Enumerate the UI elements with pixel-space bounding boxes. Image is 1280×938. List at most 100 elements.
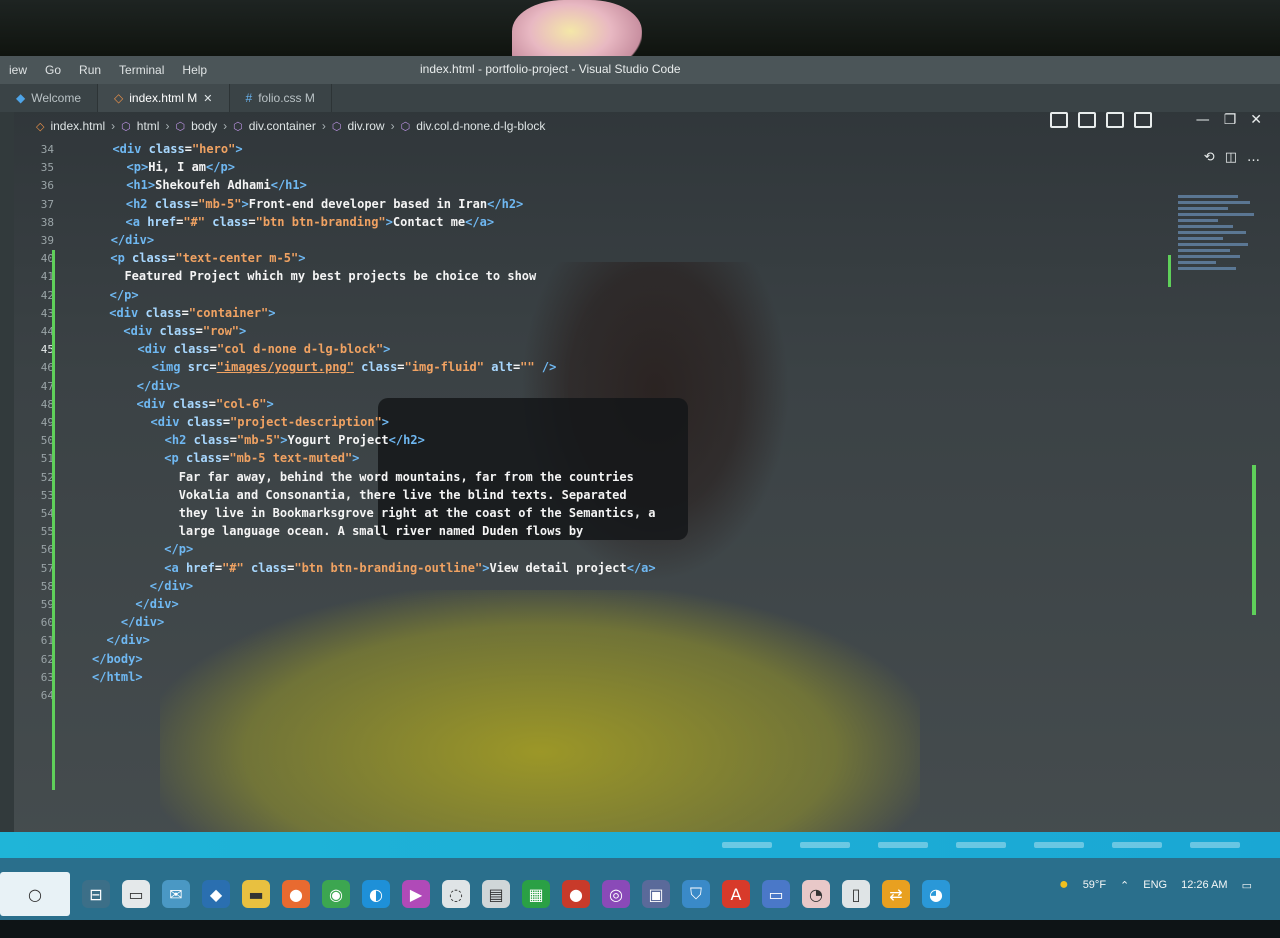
app-icon[interactable]: ⇄ xyxy=(882,880,910,908)
pdf-icon[interactable]: A xyxy=(722,880,750,908)
breadcrumb-item[interactable]: body xyxy=(191,119,217,133)
code-line[interactable]: <div class="col d-none d-lg-block"> xyxy=(94,342,391,356)
code-line[interactable]: <img src="images/yogurt.png" class="img-… xyxy=(94,360,557,374)
file-icon[interactable]: ▭ xyxy=(122,880,150,908)
breadcrumb-item[interactable]: div.row xyxy=(347,119,384,133)
menu-go[interactable]: Go xyxy=(36,63,70,77)
language-indicator[interactable]: ENG xyxy=(1143,879,1167,891)
code-line[interactable]: </div> xyxy=(92,579,193,593)
code-line[interactable]: <p class="text-center m-5"> xyxy=(96,251,305,265)
tab-welcome[interactable]: ◆ Welcome xyxy=(0,84,99,112)
minimap[interactable] xyxy=(1178,195,1258,290)
open-changes-icon[interactable]: ⟲ xyxy=(1204,150,1215,165)
chevron-right-icon: › xyxy=(321,119,326,133)
layout-controls xyxy=(1050,112,1152,128)
vscode-icon[interactable]: ◆ xyxy=(202,880,230,908)
code-line[interactable]: </p> xyxy=(92,542,193,556)
mail-icon[interactable]: ✉ xyxy=(162,880,190,908)
edge-icon[interactable]: ◐ xyxy=(362,880,390,908)
chat-icon[interactable]: ◌ xyxy=(442,880,470,908)
app-icon[interactable]: ◔ xyxy=(802,880,830,908)
code-editor[interactable]: 34 35 36 37 38 39 40 41 42 43 44 45 46 47 48 49 50 51 52 53… xyxy=(0,140,1170,830)
weather-icon[interactable]: ● xyxy=(1059,876,1069,894)
code-line[interactable]: </div> xyxy=(92,615,164,629)
code-line[interactable]: </div> xyxy=(96,233,154,247)
code-line[interactable]: <div class="container"> xyxy=(95,306,275,320)
notification-icon[interactable]: ▭ xyxy=(1242,879,1252,892)
code-line[interactable]: </html> xyxy=(92,670,143,684)
code-line[interactable]: </body> xyxy=(92,652,143,666)
status-item[interactable] xyxy=(956,842,1006,848)
code-line[interactable]: </div> xyxy=(92,597,178,611)
status-item[interactable] xyxy=(878,842,928,848)
app-icon[interactable]: ▯ xyxy=(842,880,870,908)
status-item[interactable] xyxy=(1112,842,1162,848)
code-line[interactable]: Vokalia and Consonantia, there live the … xyxy=(92,488,627,502)
code-line[interactable]: </p> xyxy=(95,288,139,302)
menu-terminal[interactable]: Terminal xyxy=(110,63,173,77)
code-line[interactable]: <div class="row"> xyxy=(95,324,246,338)
code-line[interactable]: <a href="#" class="btn btn-branding">Con… xyxy=(97,215,495,229)
line-number: 49 xyxy=(40,416,54,429)
search-box[interactable]: ○ xyxy=(0,872,70,916)
toggle-sidebar-icon[interactable] xyxy=(1050,112,1068,128)
toggle-secondary-sidebar-icon[interactable] xyxy=(1106,112,1124,128)
media-player-icon[interactable]: ▶ xyxy=(402,880,430,908)
code-line[interactable]: <p>Hi, I am</p> xyxy=(98,160,235,174)
more-actions-icon[interactable]: … xyxy=(1247,150,1260,165)
breadcrumb-item[interactable]: index.html xyxy=(50,119,105,133)
status-item[interactable] xyxy=(1190,842,1240,848)
breadcrumb-item[interactable]: html xyxy=(137,119,160,133)
code-line[interactable]: <div class="hero"> xyxy=(98,142,242,156)
minimap-change-marker xyxy=(1168,255,1171,287)
weather-temperature[interactable]: 59°F xyxy=(1083,879,1106,891)
code-line[interactable]: <div class="col-6"> xyxy=(93,397,273,411)
code-line[interactable]: Far far away, behind the word mountains,… xyxy=(92,470,634,484)
split-editor-icon[interactable]: ◫ xyxy=(1225,150,1237,165)
code-line[interactable]: </div> xyxy=(93,379,180,393)
code-line[interactable]: <h1>Shekoufeh Adhami</h1> xyxy=(97,178,307,192)
status-item[interactable] xyxy=(1034,842,1084,848)
code-line[interactable]: Featured Project which my best projects … xyxy=(96,269,536,283)
status-item[interactable] xyxy=(800,842,850,848)
tab-folio-css[interactable]: # folio.css M xyxy=(230,84,332,112)
restore-icon[interactable]: ❐ xyxy=(1224,112,1237,128)
folder-icon[interactable]: ▬ xyxy=(242,880,270,908)
breadcrumb-item[interactable]: div.col.d-none.d-lg-block xyxy=(416,119,545,133)
code-line[interactable]: <h2 class="mb-5">Yogurt Project</h2> xyxy=(92,433,425,447)
code-line[interactable]: <h2 class="mb-5">Front-end developer bas… xyxy=(97,197,523,211)
shield-icon[interactable]: ⛉ xyxy=(682,880,710,908)
firefox-icon[interactable]: ● xyxy=(282,880,310,908)
menu-help[interactable]: Help xyxy=(173,63,216,77)
customize-layout-icon[interactable] xyxy=(1134,112,1152,128)
code-line[interactable]: <p class="mb-5 text-muted"> xyxy=(92,451,359,465)
tab-index-html[interactable]: ◇ index.html M ✕ xyxy=(98,84,230,112)
app-icon[interactable]: ◕ xyxy=(922,880,950,908)
document-icon[interactable]: ▤ xyxy=(482,880,510,908)
code-line[interactable]: they live in Bookmarksgrove right at the… xyxy=(92,506,656,520)
app-icon[interactable]: ▭ xyxy=(762,880,790,908)
line-number-gutter: 34 35 36 37 38 39 40 41 42 43 44 45 46 47 48 49 50 51 52 53… xyxy=(0,140,56,830)
excel-icon[interactable]: ▦ xyxy=(522,880,550,908)
chevron-up-icon[interactable]: ⌃ xyxy=(1120,879,1129,892)
app-icon[interactable]: ▣ xyxy=(642,880,670,908)
code-line[interactable]: large language ocean. A small river name… xyxy=(92,524,584,538)
code-line[interactable]: <div class="project-description"> xyxy=(93,415,389,429)
close-icon[interactable]: ✕ xyxy=(203,92,212,105)
task-view-icon[interactable]: ⊟ xyxy=(82,880,110,908)
line-number: 43 xyxy=(40,306,54,320)
minimize-icon[interactable]: — xyxy=(1196,112,1210,128)
breadcrumb-item[interactable]: div.container xyxy=(249,119,316,133)
app-icon[interactable]: ◎ xyxy=(602,880,630,908)
chrome-icon[interactable]: ◉ xyxy=(322,880,350,908)
status-item[interactable] xyxy=(722,842,772,848)
code-line[interactable]: </div> xyxy=(92,633,149,647)
menu-run[interactable]: Run xyxy=(70,63,110,77)
app-icon[interactable]: ● xyxy=(562,880,590,908)
close-window-icon[interactable]: ✕ xyxy=(1250,112,1262,128)
element-icon: ⬡ xyxy=(233,120,243,133)
code-line[interactable]: <a href="#" class="btn btn-branding-outl… xyxy=(92,561,655,575)
toggle-panel-icon[interactable] xyxy=(1078,112,1096,128)
menu-view[interactable]: iew xyxy=(0,63,36,77)
clock[interactable]: 12:26 AM xyxy=(1181,879,1227,891)
